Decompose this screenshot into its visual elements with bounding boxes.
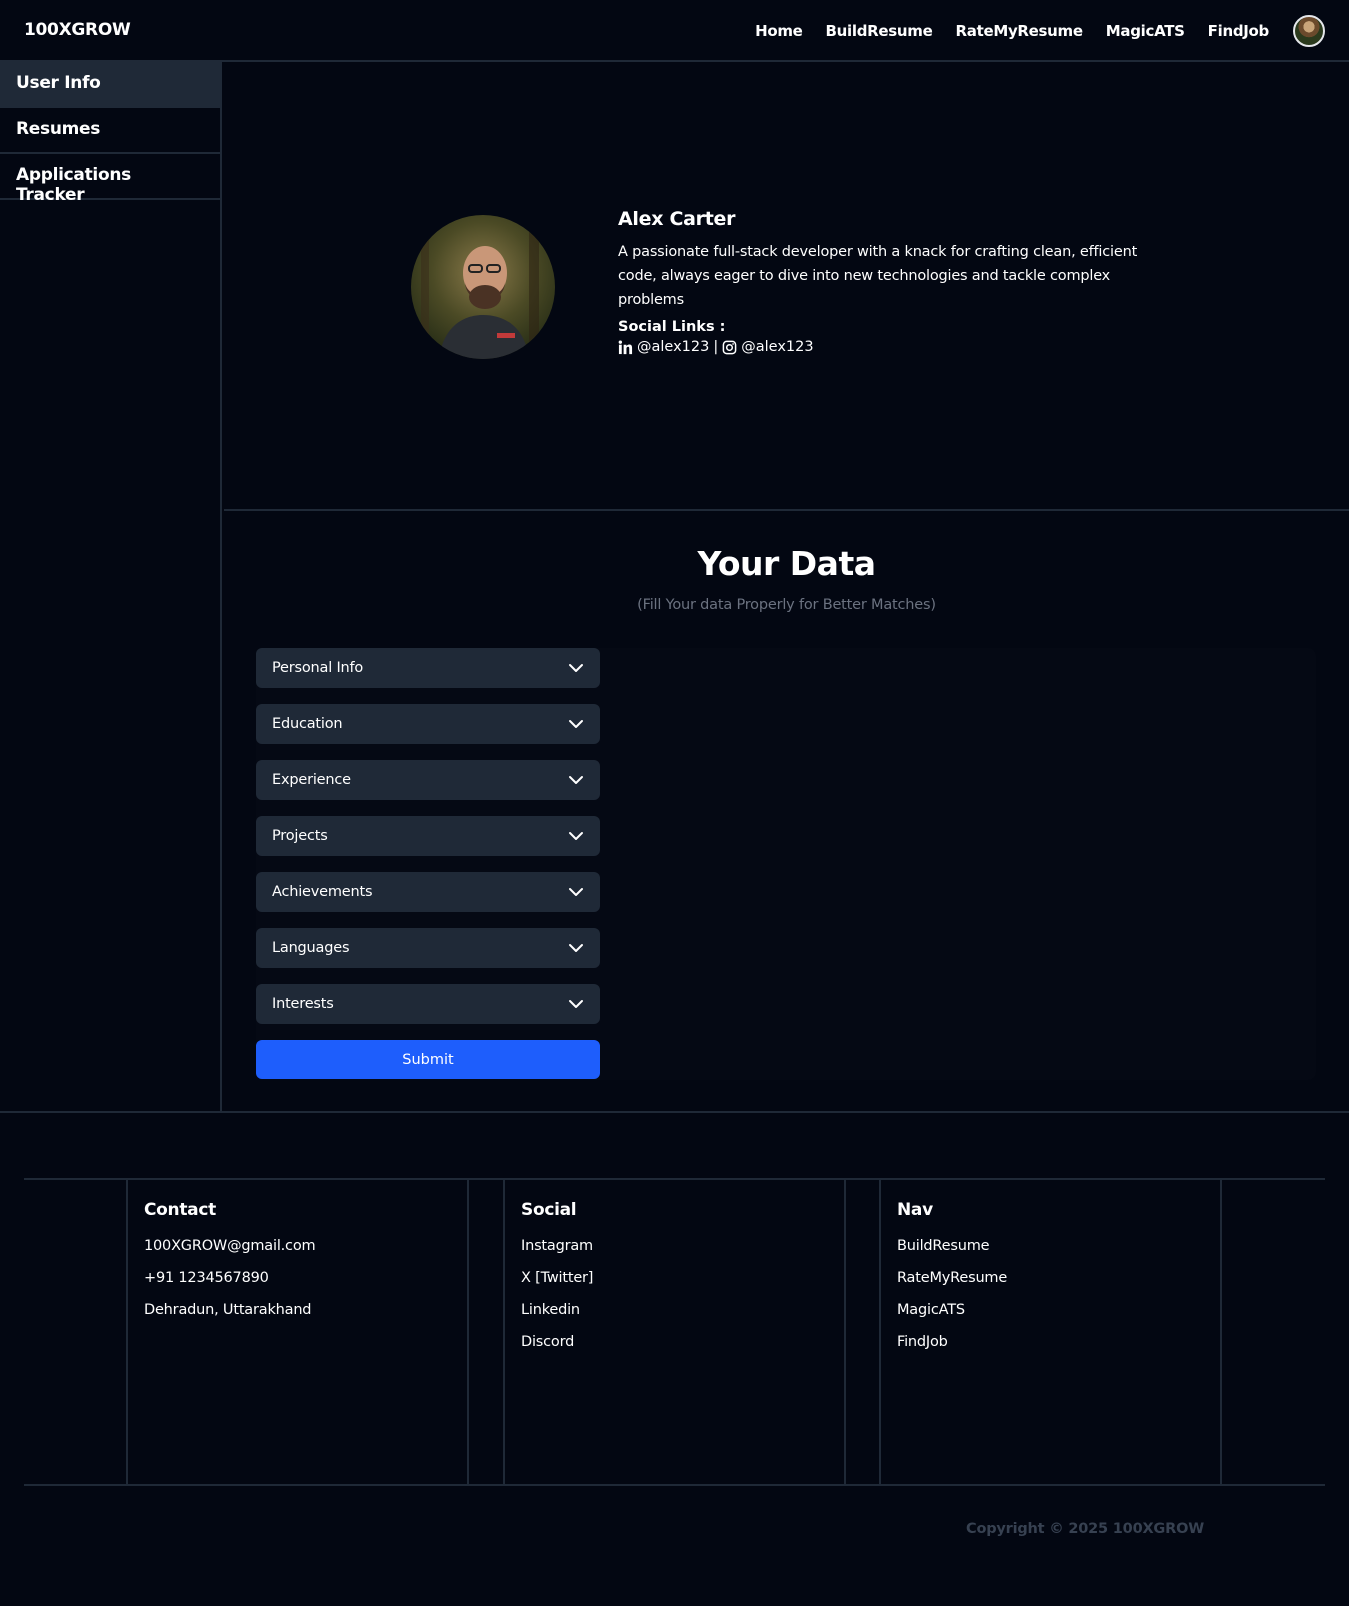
chevron-down-icon: [569, 776, 583, 784]
chevron-down-icon: [569, 944, 583, 952]
nav-link-home[interactable]: Home: [755, 22, 803, 40]
your-data-title: Your Data: [697, 544, 877, 583]
footer-nav-title: Nav: [897, 1200, 933, 1220]
footer-contact-column: Contact 100XGROW@gmail.com +91 123456789…: [126, 1180, 469, 1486]
nav-link-buildresume[interactable]: BuildResume: [826, 22, 933, 40]
profile-bio: A passionate full-stack developer with a…: [618, 244, 1138, 308]
social-links: @alex123 | @alex123: [618, 339, 1138, 355]
nav-links: Home BuildResume RateMyResume MagicATS F…: [755, 22, 1269, 40]
footer-contact-address: Dehradun, Uttarakhand: [144, 1302, 312, 1318]
footer-nav-column: Nav BuildResume RateMyResume MagicATS Fi…: [879, 1180, 1222, 1486]
chevron-down-icon: [569, 888, 583, 896]
chevron-down-icon: [569, 1000, 583, 1008]
profile-photo: [411, 215, 555, 359]
footer-social-linkedin[interactable]: Linkedin: [521, 1294, 828, 1326]
linkedin-icon[interactable]: [618, 339, 633, 355]
accordion-label: Achievements: [272, 884, 373, 900]
nav-link-findjob[interactable]: FindJob: [1208, 22, 1270, 40]
profile-info: Alex Carter A passionate full-stack deve…: [618, 208, 1138, 355]
footer-contact-phone[interactable]: +91 1234567890: [144, 1262, 451, 1294]
footer-contact-title: Contact: [144, 1200, 216, 1220]
profile-name: Alex Carter: [618, 208, 736, 230]
submit-button[interactable]: Submit: [256, 1040, 600, 1079]
accordion-label: Personal Info: [272, 660, 364, 676]
nav-link-ratemyresume[interactable]: RateMyResume: [956, 22, 1084, 40]
accordion-label: Experience: [272, 772, 351, 788]
footer-social-title: Social: [521, 1200, 577, 1220]
divider: [0, 1111, 1349, 1113]
accordion-label: Interests: [272, 996, 334, 1012]
data-accordion: Personal Info Education Experience Proje…: [256, 648, 600, 1079]
footer-nav-magicats[interactable]: MagicATS: [897, 1294, 1204, 1326]
top-navbar: 100XGROW Home BuildResume RateMyResume M…: [0, 0, 1349, 62]
chevron-down-icon: [569, 720, 583, 728]
accordion-languages[interactable]: Languages: [256, 928, 600, 968]
social-links-title: Social Links :: [618, 319, 726, 335]
accordion-education[interactable]: Education: [256, 704, 600, 744]
user-avatar[interactable]: [1293, 15, 1325, 47]
nav-link-magicats[interactable]: MagicATS: [1106, 22, 1185, 40]
sidebar-item-user-info[interactable]: User Info: [0, 62, 220, 108]
chevron-down-icon: [569, 664, 583, 672]
accordion-interests[interactable]: Interests: [256, 984, 600, 1024]
accordion-achievements[interactable]: Achievements: [256, 872, 600, 912]
social-separator: |: [713, 339, 719, 355]
accordion-label: Education: [272, 716, 343, 732]
footer: Contact 100XGROW@gmail.com +91 123456789…: [24, 1178, 1325, 1486]
chevron-down-icon: [569, 832, 583, 840]
accordion-label: Projects: [272, 828, 328, 844]
footer-nav-buildresume[interactable]: BuildResume: [897, 1230, 1204, 1262]
linkedin-handle[interactable]: @alex123: [637, 339, 709, 355]
instagram-icon[interactable]: [722, 340, 737, 355]
sidebar-item-resumes[interactable]: Resumes: [0, 108, 220, 154]
sidebar-item-applications-tracker[interactable]: Applications Tracker: [0, 154, 220, 205]
footer-social-instagram[interactable]: Instagram: [521, 1230, 828, 1262]
copyright-text: Copyright © 2025 100XGROW: [966, 1521, 1205, 1537]
footer-nav-findjob[interactable]: FindJob: [897, 1326, 1204, 1358]
sidebar: User Info Resumes Applications Tracker: [0, 62, 222, 1113]
footer-contact-email[interactable]: 100XGROW@gmail.com: [144, 1230, 451, 1262]
your-data-subtitle: (Fill Your data Properly for Better Matc…: [637, 597, 936, 613]
footer-social-column: Social Instagram X [Twitter] Linkedin Di…: [503, 1180, 846, 1486]
footer-nav-ratemyresume[interactable]: RateMyResume: [897, 1262, 1204, 1294]
instagram-handle[interactable]: @alex123: [741, 339, 813, 355]
accordion-personal-info[interactable]: Personal Info: [256, 648, 600, 688]
profile-section: Alex Carter A passionate full-stack deve…: [224, 62, 1349, 511]
accordion-projects[interactable]: Projects: [256, 816, 600, 856]
accordion-experience[interactable]: Experience: [256, 760, 600, 800]
footer-social-twitter[interactable]: X [Twitter]: [521, 1262, 828, 1294]
footer-social-discord[interactable]: Discord: [521, 1326, 828, 1358]
brand-logo[interactable]: 100XGROW: [24, 20, 131, 40]
accordion-label: Languages: [272, 940, 350, 956]
